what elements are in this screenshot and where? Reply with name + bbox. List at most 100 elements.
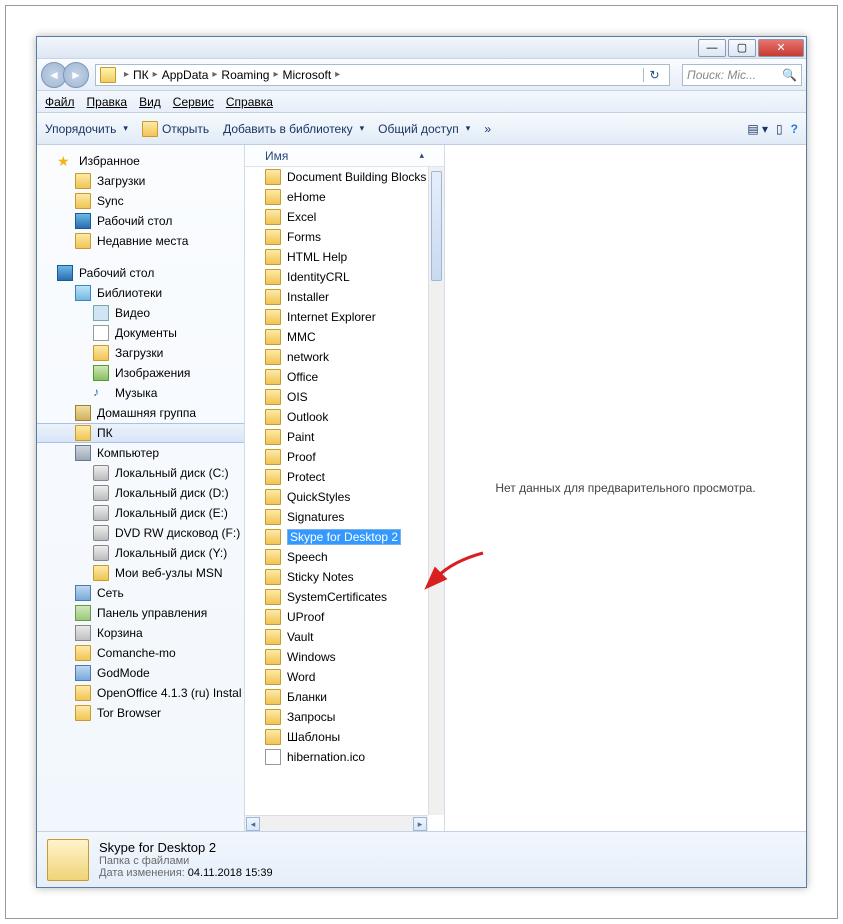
preview-pane: Нет данных для предварительного просмотр… [445, 145, 806, 831]
file-row[interactable]: Запросы [245, 707, 444, 727]
share-button[interactable]: Общий доступ [378, 122, 470, 136]
sidebar-computer[interactable]: Компьютер [37, 443, 244, 463]
file-row[interactable]: eHome [245, 187, 444, 207]
sidebar-disk-y[interactable]: Локальный диск (Y:) [37, 543, 244, 563]
file-row[interactable]: Installer [245, 287, 444, 307]
file-row[interactable]: IdentityCRL [245, 267, 444, 287]
folder-icon [265, 209, 281, 225]
file-row[interactable]: Windows [245, 647, 444, 667]
sidebar-libraries[interactable]: Библиотеки [37, 283, 244, 303]
file-row[interactable]: Internet Explorer [245, 307, 444, 327]
file-name: Sticky Notes [287, 570, 354, 584]
breadcrumb-item[interactable]: Microsoft [282, 68, 331, 82]
sidebar-homegroup[interactable]: Домашняя группа [37, 403, 244, 423]
rename-input[interactable]: Skype for Desktop 2 [287, 529, 401, 545]
refresh-button[interactable]: ↻ [643, 68, 665, 82]
sidebar-disk-c[interactable]: Локальный диск (C:) [37, 463, 244, 483]
sidebar-downloads[interactable]: Загрузки [37, 171, 244, 191]
folder-icon [265, 729, 281, 745]
file-row[interactable]: Forms [245, 227, 444, 247]
scroll-right-button[interactable]: ▸ [413, 817, 427, 831]
vertical-scrollbar[interactable] [428, 167, 444, 815]
menu-service[interactable]: Сервис [173, 95, 214, 109]
view-mode-button[interactable]: ▤ ▾ [747, 122, 768, 136]
sidebar-disk-e[interactable]: Локальный диск (E:) [37, 503, 244, 523]
sidebar-tor[interactable]: Tor Browser [37, 703, 244, 723]
folder-icon [265, 329, 281, 345]
file-row[interactable]: QuickStyles [245, 487, 444, 507]
file-row[interactable]: Speech [245, 547, 444, 567]
menu-help[interactable]: Справка [226, 95, 273, 109]
desktop-group[interactable]: Рабочий стол [37, 263, 244, 283]
menu-file[interactable]: Файл [45, 95, 75, 109]
horizontal-scrollbar[interactable]: ◂ ▸ [245, 815, 428, 831]
sidebar-recent[interactable]: Недавние места [37, 231, 244, 251]
sidebar-openoffice[interactable]: OpenOffice 4.1.3 (ru) Instal [37, 683, 244, 703]
open-button[interactable]: Открыть [142, 121, 209, 137]
sidebar-images[interactable]: Изображения [37, 363, 244, 383]
organize-button[interactable]: Упорядочить [45, 122, 128, 136]
file-row[interactable]: Protect [245, 467, 444, 487]
minimize-button[interactable]: — [698, 39, 726, 57]
search-box[interactable]: Поиск: Mic... 🔍 [682, 64, 802, 86]
file-row[interactable]: Excel [245, 207, 444, 227]
file-row[interactable]: hibernation.ico [245, 747, 444, 767]
file-row[interactable]: SystemCertificates [245, 587, 444, 607]
preview-pane-button[interactable]: ▯ [776, 122, 783, 136]
sidebar-msn[interactable]: Мои веб-узлы MSN [37, 563, 244, 583]
sidebar-video[interactable]: Видео [37, 303, 244, 323]
sidebar-music[interactable]: ♪Музыка [37, 383, 244, 403]
sidebar-godmode[interactable]: GodMode [37, 663, 244, 683]
sidebar-dvd[interactable]: DVD RW дисковод (F:) [37, 523, 244, 543]
favorites-group[interactable]: ★Избранное [37, 151, 244, 171]
breadcrumb-item[interactable]: Roaming [221, 68, 269, 82]
address-bar[interactable]: ▸ ПК ▸ AppData ▸ Roaming ▸ Microsoft ▸ ↻ [95, 64, 670, 86]
breadcrumb-item[interactable]: ПК [133, 68, 149, 82]
scroll-thumb[interactable] [431, 171, 442, 281]
file-row[interactable]: Office [245, 367, 444, 387]
file-row[interactable]: OIS [245, 387, 444, 407]
more-button[interactable]: » [484, 122, 491, 136]
sidebar-recycle[interactable]: Корзина [37, 623, 244, 643]
sidebar-network[interactable]: Сеть [37, 583, 244, 603]
close-button[interactable]: ✕ [758, 39, 804, 57]
scroll-left-button[interactable]: ◂ [246, 817, 260, 831]
file-row[interactable]: Outlook [245, 407, 444, 427]
details-pane: Skype for Desktop 2 Папка с файлами Дата… [37, 831, 806, 887]
sidebar-pc[interactable]: ПК [37, 423, 244, 443]
sidebar-comanche[interactable]: Comanche-mo [37, 643, 244, 663]
file-row[interactable]: Бланки [245, 687, 444, 707]
file-row[interactable]: UProof [245, 607, 444, 627]
file-row[interactable]: Word [245, 667, 444, 687]
file-row[interactable]: Sticky Notes [245, 567, 444, 587]
file-row[interactable]: Signatures [245, 507, 444, 527]
file-row[interactable]: network [245, 347, 444, 367]
file-name: Windows [287, 650, 336, 664]
file-row[interactable]: Paint [245, 427, 444, 447]
file-row[interactable]: Vault [245, 627, 444, 647]
folder-icon [75, 705, 91, 721]
sidebar-desktop[interactable]: Рабочий стол [37, 211, 244, 231]
sidebar-sync[interactable]: Sync [37, 191, 244, 211]
file-row[interactable]: HTML Help [245, 247, 444, 267]
menu-view[interactable]: Вид [139, 95, 161, 109]
sidebar-downloads2[interactable]: Загрузки [37, 343, 244, 363]
column-header-name[interactable]: Имя▴ [245, 145, 444, 167]
menu-edit[interactable]: Правка [87, 95, 128, 109]
breadcrumb-item[interactable]: AppData [162, 68, 209, 82]
folder-icon [75, 645, 91, 661]
forward-button[interactable]: ► [63, 62, 89, 88]
sidebar-controlpanel[interactable]: Панель управления [37, 603, 244, 623]
images-icon [93, 365, 109, 381]
sidebar-disk-d[interactable]: Локальный диск (D:) [37, 483, 244, 503]
file-row[interactable]: MMC [245, 327, 444, 347]
sidebar-documents[interactable]: Документы [37, 323, 244, 343]
file-row[interactable]: Document Building Blocks [245, 167, 444, 187]
maximize-button[interactable]: ▢ [728, 39, 756, 57]
help-button[interactable]: ? [791, 122, 798, 136]
toolbar: Упорядочить Открыть Добавить в библиотек… [37, 113, 806, 145]
file-row[interactable]: Proof [245, 447, 444, 467]
file-row[interactable]: Skype for Desktop 2 [245, 527, 444, 547]
file-row[interactable]: Шаблоны [245, 727, 444, 747]
add-to-library-button[interactable]: Добавить в библиотеку [223, 122, 364, 136]
